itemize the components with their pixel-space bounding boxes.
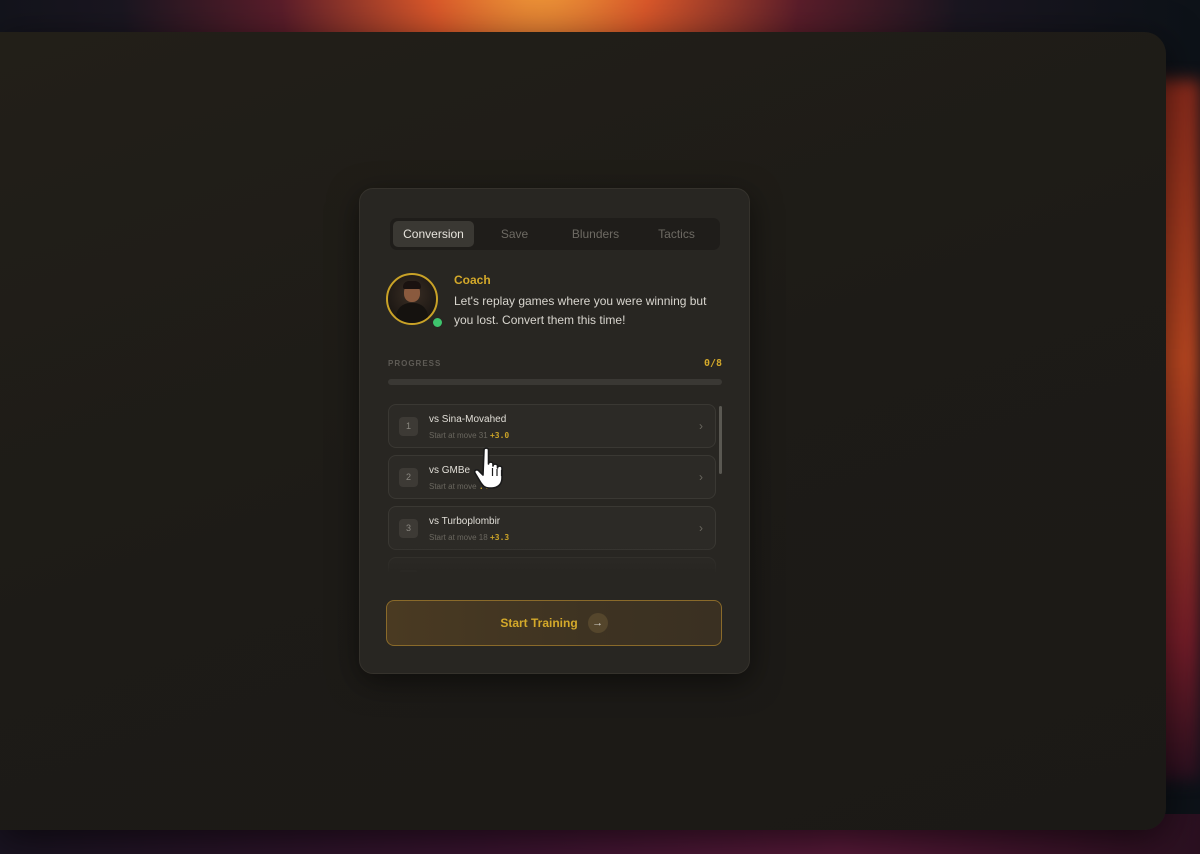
progress-label: PROGRESS	[388, 359, 442, 368]
start-training-button[interactable]: Start Training →	[386, 600, 722, 646]
tab-blunders[interactable]: Blunders	[555, 221, 636, 247]
start-training-label: Start Training	[500, 616, 578, 630]
game-eval: +3.0	[489, 431, 510, 440]
game-index: 3	[399, 519, 418, 538]
mode-tabs: Conversion Save Blunders Tactics	[390, 218, 720, 250]
tab-save[interactable]: Save	[474, 221, 555, 247]
arrow-right-icon: →	[587, 613, 608, 633]
hand-pointer-cursor-icon	[474, 447, 503, 489]
avatar-hair	[403, 281, 421, 289]
tab-tactics[interactable]: Tactics	[636, 221, 717, 247]
game-row-1[interactable]: 1 vs Sina-Movahed Start at move 31 +3.0 …	[388, 404, 716, 448]
game-opponent: vs Sina-Movahed	[429, 414, 507, 425]
game-start-move: Start at move 31	[429, 431, 488, 440]
progress-bar	[388, 379, 722, 385]
progress-count: 0/8	[703, 358, 722, 369]
tab-conversion[interactable]: Conversion	[393, 221, 474, 247]
coach-message: Let's replay games where you were winnin…	[454, 294, 707, 327]
list-fade	[388, 544, 718, 574]
game-start-info: Start at move 18 +3.3	[429, 533, 509, 542]
chevron-right-icon: ›	[699, 419, 703, 433]
game-start-info: Start at move 31 +3.0	[429, 431, 509, 440]
game-index: 1	[399, 417, 418, 436]
scrollbar-thumb[interactable]	[719, 406, 722, 474]
game-index: 2	[399, 468, 418, 487]
game-start-move: Start at move 18	[429, 533, 488, 542]
chevron-right-icon: ›	[699, 521, 703, 535]
game-eval: +3.3	[489, 533, 510, 542]
avatar-body	[396, 303, 428, 323]
training-panel: Conversion Save Blunders Tactics Coach L…	[359, 188, 750, 674]
game-row-2[interactable]: 2 vs GMBe Start at move .4 ›	[388, 455, 716, 499]
online-status-icon	[431, 316, 444, 329]
game-opponent: vs GMBe	[429, 465, 471, 476]
game-opponent: vs Turboplombir	[429, 516, 501, 527]
coach-name: Coach	[454, 273, 491, 287]
coach-avatar	[386, 273, 438, 325]
game-start-move: Start at move	[429, 482, 477, 491]
chevron-right-icon: ›	[699, 470, 703, 484]
